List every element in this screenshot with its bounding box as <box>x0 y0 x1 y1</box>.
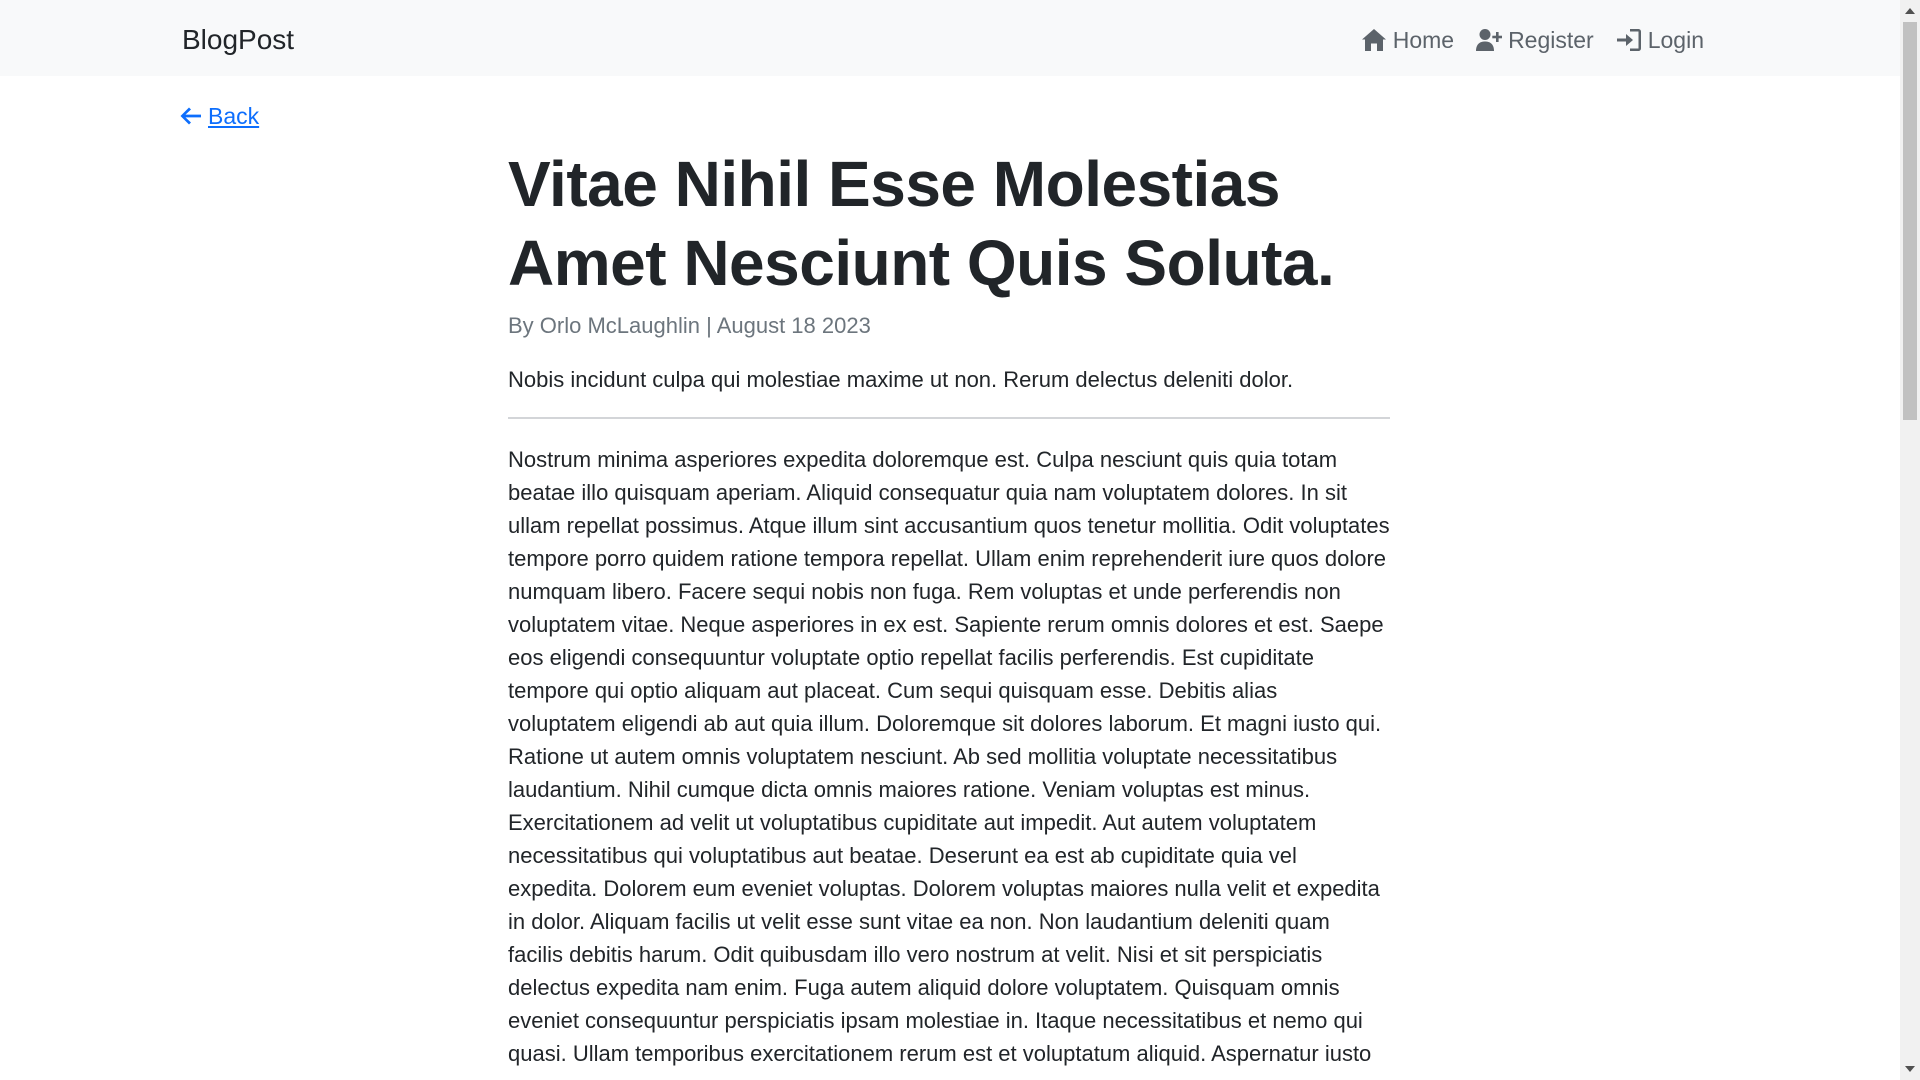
nav-register-link[interactable]: Register <box>1476 20 1594 60</box>
nav-register-label: Register <box>1508 27 1594 53</box>
nav-home-label: Home <box>1392 27 1455 53</box>
blog-post: Vitae Nihil Esse Molestias Amet Nesciunt… <box>508 145 1390 1070</box>
scroll-down-icon[interactable] <box>1905 1066 1915 1072</box>
nav-login-link[interactable]: Login <box>1616 20 1704 60</box>
post-title: Vitae Nihil Esse Molestias Amet Nesciunt… <box>508 148 1335 299</box>
post-body: Nostrum minima asperiores expedita dolor… <box>508 447 1390 1066</box>
scrollbar-thumb[interactable] <box>1903 22 1917 420</box>
arrow-left-icon <box>180 107 201 125</box>
nav-home-link[interactable]: Home <box>1361 20 1454 60</box>
vertical-scrollbar[interactable] <box>1900 0 1920 1080</box>
home-icon <box>1361 29 1386 51</box>
divider <box>508 417 1390 419</box>
post-summary: Nobis incidunt culpa qui molestiae maxim… <box>508 367 1294 392</box>
brand-link[interactable]: BlogPost <box>182 20 294 60</box>
scroll-up-icon[interactable] <box>1905 8 1915 14</box>
post-meta: By Orlo McLaughlin | August 18 2023 <box>508 313 871 338</box>
navbar: BlogPost Home Register Login <box>0 0 1900 76</box>
nav-login-label: Login <box>1647 27 1704 53</box>
user-plus-icon <box>1476 29 1503 51</box>
back-label: Back <box>208 103 260 129</box>
page: BlogPost Home Register Login Back Vitae … <box>0 0 1920 1080</box>
back-link[interactable]: Back <box>180 99 259 133</box>
sign-in-icon <box>1616 29 1641 51</box>
nav-links: Home Register Login <box>1361 20 1704 60</box>
